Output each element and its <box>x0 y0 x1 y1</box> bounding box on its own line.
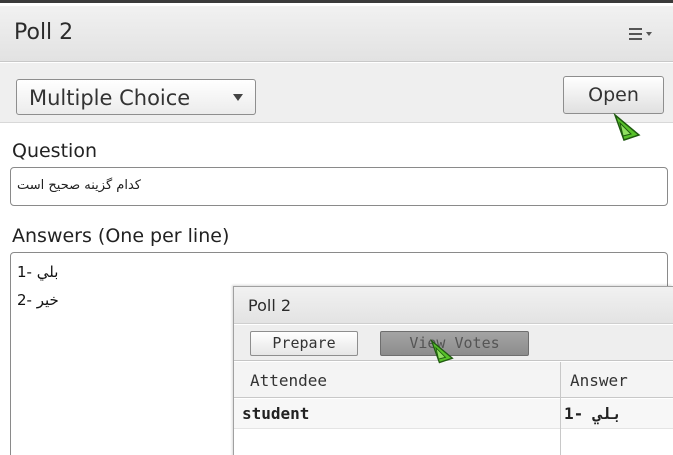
pod-header: Poll 2 <box>0 6 673 62</box>
question-input[interactable]: کدام گزینه صحیح است <box>10 167 668 206</box>
menu-icon[interactable] <box>629 26 655 42</box>
question-type-value: Multiple Choice <box>29 86 191 110</box>
attendee-cell: student <box>242 404 310 423</box>
cursor-icon <box>613 113 641 141</box>
votes-pod-title: Poll 2 <box>248 296 292 315</box>
prepare-button[interactable]: Prepare <box>250 331 358 356</box>
column-header-answer[interactable]: Answer <box>570 371 628 390</box>
pod-title: Poll 2 <box>14 20 74 45</box>
answers-label: Answers (One per line) <box>12 225 230 247</box>
open-poll-button[interactable]: Open <box>563 76 664 114</box>
question-type-select[interactable]: Multiple Choice <box>16 79 256 115</box>
answer-line: 1- بلي <box>17 263 59 281</box>
table-row[interactable]: student 1- بلي <box>234 399 673 429</box>
votes-table-header: Attendee Answer <box>234 362 673 398</box>
question-text: کدام گزینه صحیح است <box>17 178 141 193</box>
answer-cell: 1- بلي <box>564 404 622 423</box>
chevron-down-icon <box>233 94 243 101</box>
votes-pod-header: Poll 2 <box>234 287 673 324</box>
answer-line: 2- خير <box>17 291 59 309</box>
column-divider <box>560 362 561 455</box>
cursor-icon <box>430 339 454 364</box>
poll-pod: Poll 2 Multiple Choice Open Question کدا… <box>0 0 673 455</box>
column-header-attendee[interactable]: Attendee <box>250 371 327 390</box>
votes-pod: Poll 2 Prepare View Votes Attendee Answe… <box>233 286 673 455</box>
question-label: Question <box>12 140 97 162</box>
